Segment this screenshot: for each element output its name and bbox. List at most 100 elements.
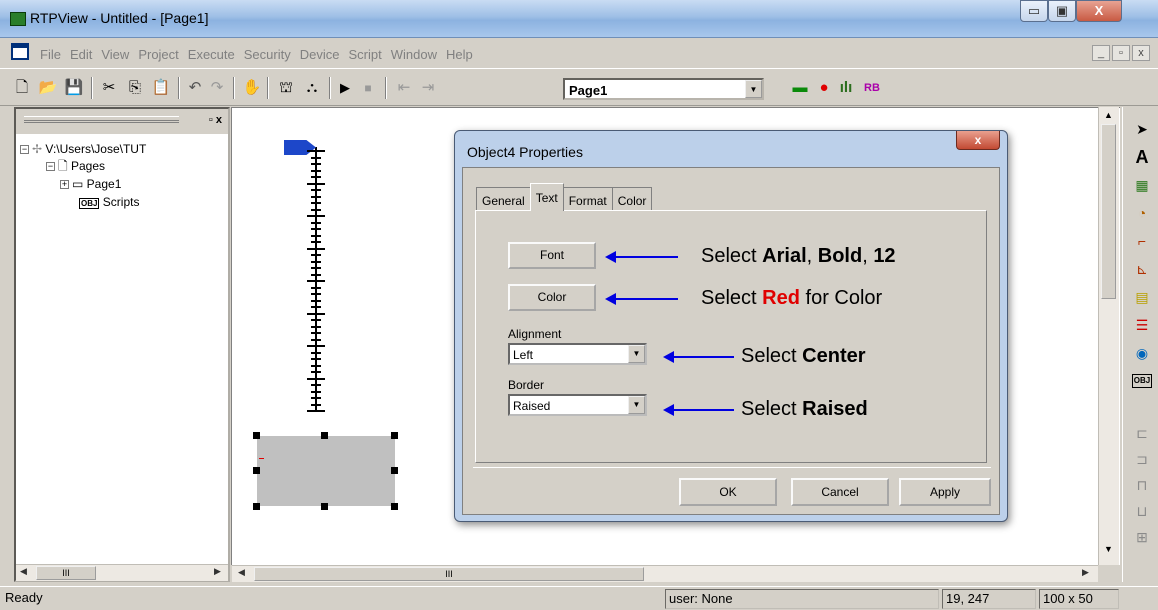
text-tool-icon[interactable]: A bbox=[1132, 147, 1152, 167]
minimize-button[interactable]: ▭ bbox=[1020, 0, 1048, 22]
tab-text[interactable]: Text bbox=[529, 183, 564, 211]
menu-view[interactable]: View bbox=[101, 47, 129, 62]
tree-item-scripts[interactable]: OBJ Scripts bbox=[79, 194, 139, 210]
mdi-close-button[interactable]: x bbox=[1132, 45, 1150, 61]
mdi-restore-button[interactable]: ▫ bbox=[1112, 45, 1130, 61]
border-select[interactable]: Raised ▼ bbox=[508, 394, 647, 416]
record-icon[interactable]: ● bbox=[814, 78, 834, 98]
menu-project[interactable]: Project bbox=[138, 47, 178, 62]
scale-tick bbox=[307, 150, 325, 152]
lock-icon[interactable]: ⛬ bbox=[302, 78, 322, 98]
report-icon[interactable]: RB bbox=[862, 78, 882, 98]
menu-edit[interactable]: Edit bbox=[70, 47, 92, 62]
menu-execute[interactable]: Execute bbox=[188, 47, 235, 62]
resize-handle[interactable] bbox=[391, 503, 398, 510]
next-page-icon[interactable]: ⇥ bbox=[418, 78, 438, 98]
pane-close-icon[interactable]: ▫ x bbox=[209, 114, 222, 126]
cancel-button[interactable]: Cancel bbox=[791, 478, 889, 506]
canvas-horizontal-scrollbar[interactable]: ◀ III ▶ bbox=[232, 565, 1098, 582]
hand-icon[interactable]: ✋ bbox=[242, 78, 262, 98]
tree-item-pages[interactable]: − 🗋 Pages bbox=[46, 158, 105, 174]
close-button[interactable]: X bbox=[1076, 0, 1122, 22]
save-icon[interactable]: 💾 bbox=[64, 78, 84, 98]
scale-tick bbox=[311, 241, 321, 243]
scale-tick bbox=[311, 391, 321, 393]
paste-icon[interactable]: 📋 bbox=[151, 78, 171, 98]
resize-handle[interactable] bbox=[391, 467, 398, 474]
bar-tool-icon[interactable]: ▤ bbox=[1132, 287, 1152, 307]
chevron-down-icon[interactable]: ▼ bbox=[745, 80, 762, 98]
image-tool-icon[interactable]: ▦ bbox=[1132, 175, 1152, 195]
mdi-minimize-button[interactable]: _ bbox=[1092, 45, 1110, 61]
window-title: RTPView - Untitled - [Page1] bbox=[30, 10, 209, 26]
scale-tick bbox=[311, 358, 321, 360]
scale-tick bbox=[311, 254, 321, 256]
copy-icon[interactable]: ⎘ bbox=[125, 78, 145, 98]
tab-format[interactable]: Format bbox=[562, 187, 613, 211]
alignment-select[interactable]: Left ▼ bbox=[508, 343, 647, 365]
tab-color[interactable]: Color bbox=[611, 187, 653, 211]
apply-button[interactable]: Apply bbox=[899, 478, 991, 506]
resize-handle[interactable] bbox=[321, 432, 328, 439]
page-selector[interactable]: Page1 ▼ bbox=[563, 78, 764, 100]
align-center-icon[interactable]: ⊐ bbox=[1132, 449, 1152, 469]
redo-icon[interactable]: ↷ bbox=[207, 78, 227, 98]
maximize-button[interactable]: ▣ bbox=[1048, 0, 1076, 22]
distribute-icon[interactable]: ⊞ bbox=[1132, 527, 1152, 547]
canvas-vertical-scrollbar[interactable]: ▲ ▼ bbox=[1098, 107, 1119, 565]
annotation-font: Select Arial, Bold, 12 bbox=[701, 245, 896, 267]
stop-icon[interactable]: ■ bbox=[358, 78, 378, 98]
gauge-tool-icon[interactable]: ◔ bbox=[1132, 203, 1152, 223]
resize-handle[interactable] bbox=[321, 503, 328, 510]
menu-file[interactable]: File bbox=[40, 47, 61, 62]
dialog-close-button[interactable]: x bbox=[956, 131, 1000, 150]
ok-button[interactable]: OK bbox=[679, 478, 777, 506]
trend-tool-icon[interactable]: ⌐ bbox=[1132, 231, 1152, 251]
tab-general[interactable]: General bbox=[476, 187, 531, 211]
tree-item-root[interactable]: − ✢ V:\Users\Jose\TUT bbox=[20, 141, 146, 157]
page-selector-value: Page1 bbox=[569, 83, 608, 98]
new-file-icon[interactable]: 🗋 bbox=[12, 78, 32, 98]
scale-tick bbox=[307, 280, 325, 282]
scale-tick bbox=[311, 384, 321, 386]
open-folder-icon[interactable]: 📂 bbox=[38, 78, 58, 98]
document-icon[interactable] bbox=[11, 43, 29, 60]
menu-script[interactable]: Script bbox=[348, 47, 381, 62]
align-left-icon[interactable]: ⊏ bbox=[1132, 423, 1152, 443]
status-user: user: None bbox=[665, 589, 939, 609]
align-bottom-icon[interactable]: ⊔ bbox=[1132, 501, 1152, 521]
previous-page-icon[interactable]: ⇤ bbox=[394, 78, 414, 98]
pointer-icon[interactable]: ➤ bbox=[1132, 119, 1152, 139]
scale-tick bbox=[311, 300, 321, 302]
resize-handle[interactable] bbox=[391, 432, 398, 439]
annotation-arrow bbox=[663, 351, 734, 363]
cut-icon[interactable]: ✂ bbox=[99, 78, 119, 98]
alarm-tool-icon[interactable]: ☰ bbox=[1132, 315, 1152, 335]
chevron-down-icon[interactable]: ▼ bbox=[628, 396, 645, 414]
align-top-icon[interactable]: ⊓ bbox=[1132, 475, 1152, 495]
menu-device[interactable]: Device bbox=[300, 47, 340, 62]
menu-help[interactable]: Help bbox=[446, 47, 473, 62]
button-tool-icon[interactable]: ◉ bbox=[1132, 343, 1152, 363]
menu-window[interactable]: Window bbox=[391, 47, 437, 62]
scale-tick bbox=[311, 404, 321, 406]
resize-handle[interactable] bbox=[253, 432, 260, 439]
tree-horizontal-scrollbar[interactable]: ◀ III ▶ bbox=[16, 564, 228, 581]
selected-object[interactable] bbox=[257, 436, 395, 506]
menu-security[interactable]: Security bbox=[244, 47, 291, 62]
chart-icon[interactable]: ılı bbox=[836, 78, 856, 98]
app-window: RTPView - Untitled - [Page1] ▭ ▣ X File … bbox=[0, 0, 1158, 610]
device-icon[interactable]: ▬ bbox=[790, 78, 810, 98]
lock-open-icon[interactable]: ⛫ bbox=[276, 78, 296, 98]
color-button[interactable]: Color bbox=[508, 284, 596, 311]
resize-handle[interactable] bbox=[253, 467, 260, 474]
font-button[interactable]: Font bbox=[508, 242, 596, 269]
xy-plot-icon[interactable]: ⊾ bbox=[1132, 259, 1152, 279]
undo-icon[interactable]: ↶ bbox=[185, 78, 205, 98]
object-tool-icon[interactable]: OBJ bbox=[1132, 374, 1152, 388]
scale-tick bbox=[311, 319, 321, 321]
chevron-down-icon[interactable]: ▼ bbox=[628, 345, 645, 363]
resize-handle[interactable] bbox=[253, 503, 260, 510]
tree-item-page1[interactable]: + ▭ Page1 bbox=[60, 176, 121, 192]
run-icon[interactable]: ▶ bbox=[335, 78, 355, 98]
